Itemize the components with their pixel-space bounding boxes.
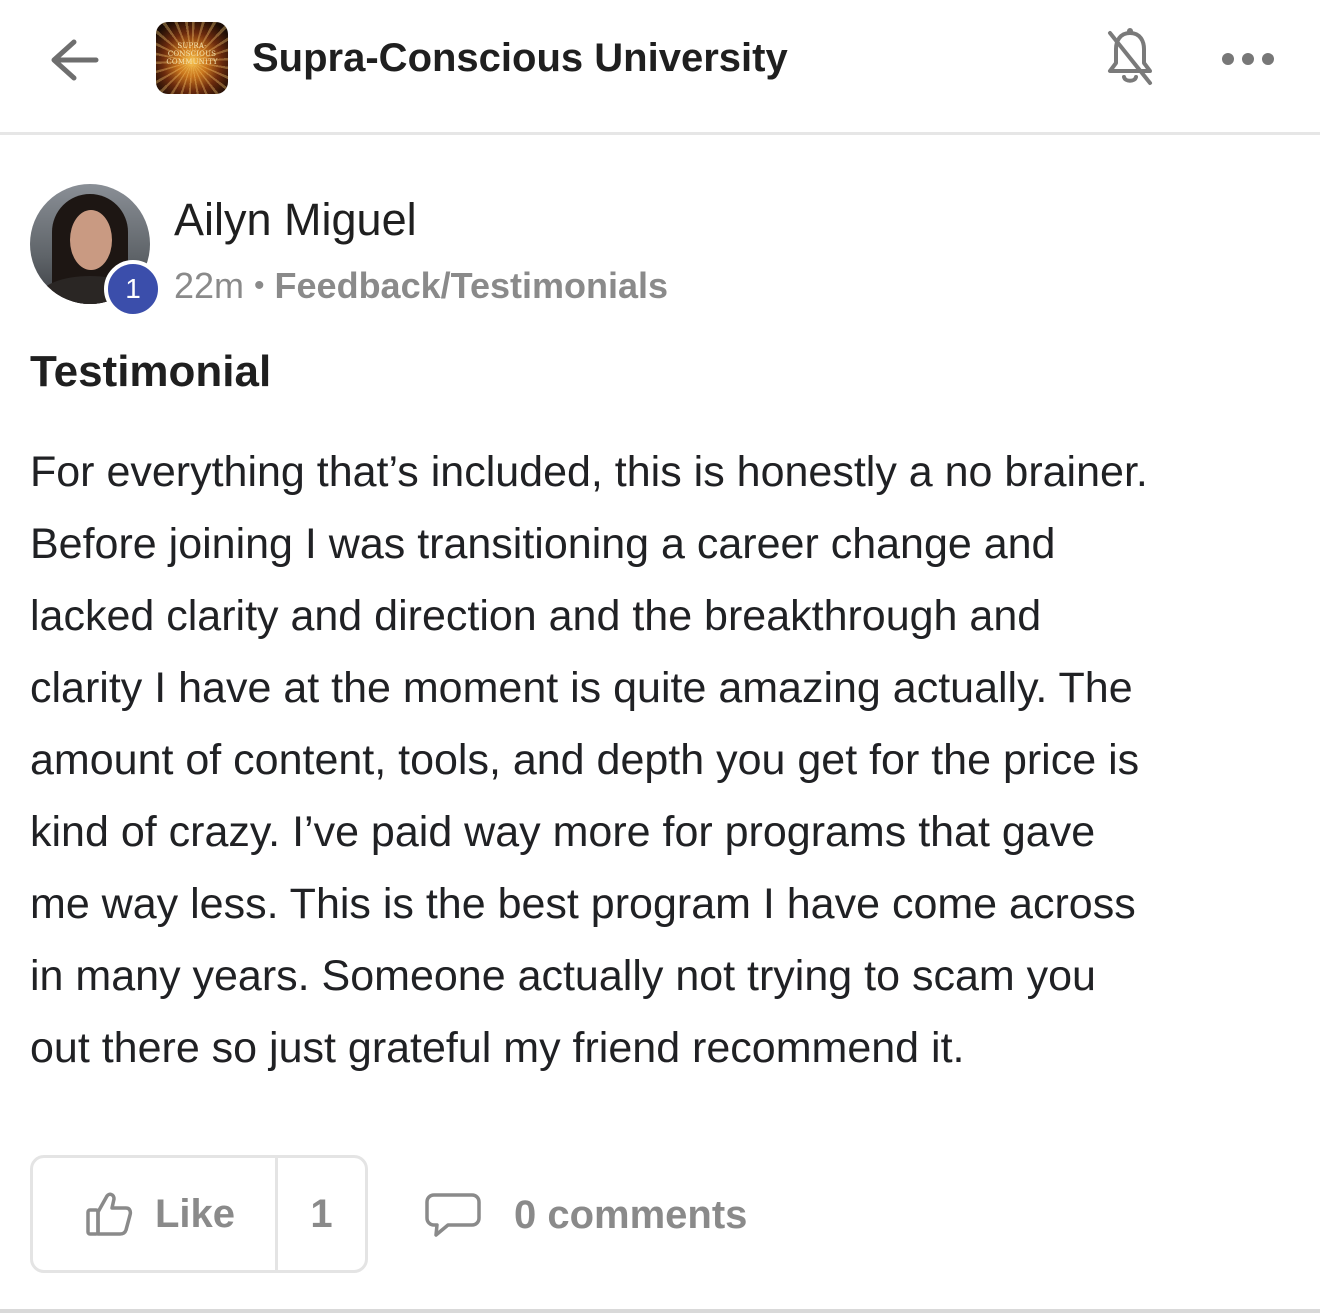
top-app-bar: SUPRA-CONSCIOUS COMMUNITY Supra-Consciou… [0, 0, 1320, 135]
comments-count-label: 0 comments [514, 1192, 748, 1237]
post-body-line: in many years. Someone actually not tryi… [30, 952, 1096, 1000]
post-body-line: me way less. This is the best program I … [30, 880, 1136, 928]
post-meta: 22m • Feedback/Testimonials [174, 262, 668, 310]
post-body-line: Before joining I was transitioning a car… [30, 520, 1056, 568]
like-button[interactable]: Like [33, 1158, 275, 1270]
post-title: Testimonial [30, 347, 272, 396]
post-body: For everything that’s included, this is … [30, 436, 1290, 1084]
post-time: 22m [174, 265, 245, 306]
group-logo[interactable]: SUPRA-CONSCIOUS COMMUNITY [156, 22, 228, 94]
avatar-face [70, 210, 112, 270]
author-name[interactable]: Ailyn Miguel [174, 192, 417, 248]
group-title[interactable]: Supra-Conscious University [252, 32, 788, 84]
more-options-button[interactable] [1216, 34, 1280, 84]
post-body-line: lacked clarity and direction and the bre… [30, 592, 1042, 640]
notifications-toggle-button[interactable] [1098, 24, 1162, 92]
like-count[interactable]: 1 [278, 1158, 365, 1270]
like-label: Like [155, 1191, 236, 1236]
comment-bubble-icon [425, 1193, 481, 1237]
post-body-line: For everything that’s included, this is … [30, 448, 1148, 496]
author-level-badge: 1 [104, 260, 162, 318]
thumbs-up-icon [86, 1192, 133, 1236]
bottom-divider [0, 1309, 1320, 1313]
post-category-link[interactable]: Feedback/Testimonials [275, 262, 668, 310]
comments-button[interactable]: 0 comments [424, 1180, 747, 1250]
bell-off-icon [1108, 28, 1152, 85]
more-horizontal-icon [1222, 53, 1274, 65]
post-body-line: out there so just grateful my friend rec… [30, 1024, 965, 1072]
like-group: Like 1 [30, 1155, 368, 1273]
group-logo-text: SUPRA-CONSCIOUS COMMUNITY [166, 42, 218, 66]
post-body-line: clarity I have at the moment is quite am… [30, 664, 1133, 712]
post-body-line: kind of crazy. I’ve paid way more for pr… [30, 808, 1096, 856]
meta-separator: • [254, 269, 265, 302]
arrow-left-icon [51, 39, 99, 81]
post-body-line: amount of content, tools, and depth you … [30, 736, 1140, 784]
back-button[interactable] [44, 30, 104, 90]
